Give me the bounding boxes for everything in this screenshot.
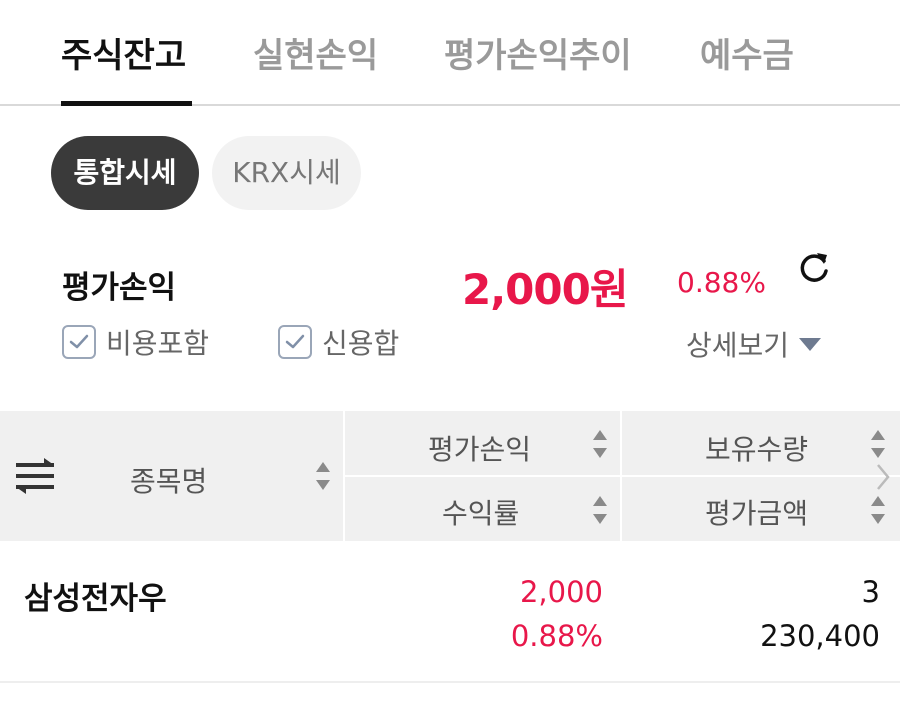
row-eval-amount: 230,400 — [760, 619, 880, 653]
tab-bar: 주식잔고 실현손익 평가손익추이 예수금 — [0, 0, 900, 106]
check-icon — [278, 325, 312, 359]
include-fees-checkbox[interactable]: 비용포함 — [62, 322, 209, 362]
sort-icon[interactable] — [871, 430, 885, 458]
check-icon — [62, 325, 96, 359]
header-quantity[interactable]: 보유수량 — [705, 428, 808, 468]
column-settings-icon[interactable] — [16, 458, 54, 494]
header-eval-pl[interactable]: 평가손익 — [428, 428, 531, 468]
sort-icon[interactable] — [871, 496, 885, 524]
refresh-icon[interactable] — [794, 249, 834, 289]
active-tab-indicator — [61, 101, 192, 106]
credit-sum-checkbox[interactable]: 신용합 — [278, 322, 399, 362]
sort-icon[interactable] — [316, 462, 330, 490]
tab-realized-pl[interactable]: 실현손익 — [253, 28, 378, 77]
tab-deposit[interactable]: 예수금 — [700, 28, 794, 77]
integrated-price-chip[interactable]: 통합시세 — [51, 136, 199, 210]
include-fees-label: 비용포함 — [106, 327, 210, 360]
stock-name: 삼성전자우 — [24, 581, 167, 617]
sort-icon[interactable] — [593, 430, 607, 458]
row-rate: 0.88% — [510, 619, 603, 653]
header-eval-amount[interactable]: 평가금액 — [705, 492, 808, 532]
chevron-right-icon[interactable] — [876, 463, 890, 491]
header-stock-name[interactable]: 종목명 — [130, 460, 207, 500]
tab-stock-balance[interactable]: 주식잔고 — [61, 28, 186, 77]
detail-view-toggle[interactable]: 상세보기 — [686, 324, 822, 364]
tab-eval-pl-trend[interactable]: 평가손익추이 — [444, 28, 632, 77]
credit-sum-label: 신용합 — [322, 327, 400, 360]
header-divider — [345, 475, 900, 477]
sort-icon[interactable] — [593, 496, 607, 524]
header-rate[interactable]: 수익률 — [442, 492, 519, 532]
krx-price-chip[interactable]: KRX시세 — [212, 136, 361, 210]
row-quantity: 3 — [861, 575, 880, 609]
triangle-down-icon — [799, 337, 822, 351]
summary-title: 평가손익 — [62, 270, 177, 306]
detail-view-label: 상세보기 — [686, 329, 790, 362]
row-eval-pl: 2,000 — [519, 575, 603, 609]
summary-rate: 0.88% — [677, 266, 766, 299]
summary-amount: 2,000원 — [462, 265, 628, 314]
